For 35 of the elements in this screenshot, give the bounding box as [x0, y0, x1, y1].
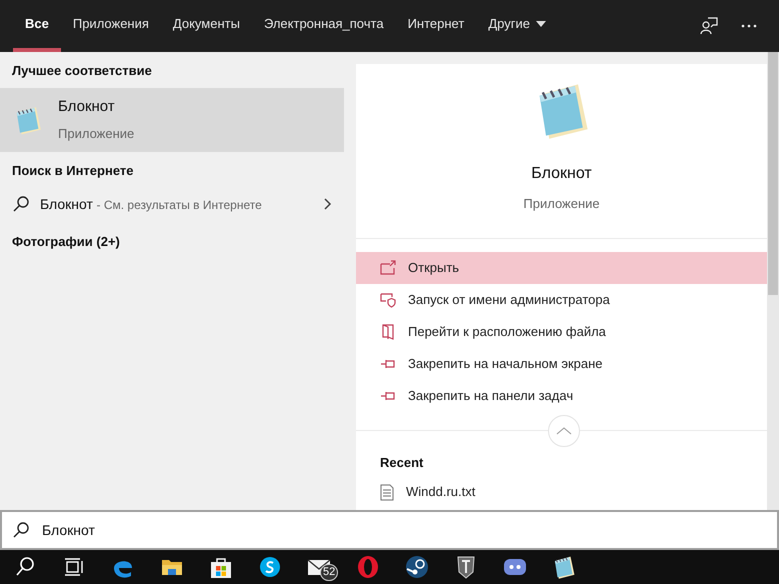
best-match-item[interactable]: Блокнот Приложение: [0, 88, 344, 152]
action-item[interactable]: Закрепить на панели задач: [356, 380, 767, 412]
chevron-up-icon: [556, 426, 572, 434]
taskbar-button[interactable]: 52: [294, 550, 343, 584]
section-heading: Фотографии (2+): [11, 233, 121, 251]
action-item[interactable]: Закрепить на начальном экране: [356, 348, 767, 380]
search-icon: [12, 521, 30, 539]
action-item[interactable]: Открыть: [356, 252, 767, 284]
app-type: Приложение: [523, 195, 600, 213]
shield-window-icon: [380, 292, 396, 308]
tab[interactable]: Документы: [160, 0, 252, 52]
count-badge: 52: [320, 564, 338, 581]
app-type: Приложение: [58, 125, 134, 143]
more-icon: [741, 24, 757, 28]
tab[interactable]: Приложения: [60, 0, 161, 52]
web-search-text: Блокнот - См. результаты в Интернете: [40, 194, 263, 214]
app-title: Блокнот: [531, 164, 592, 184]
action-item[interactable]: Перейти к расположению файла: [356, 316, 767, 348]
section-heading: Recent: [379, 454, 424, 472]
folder-icon: [380, 324, 396, 340]
tab[interactable]: Интернет: [396, 0, 476, 52]
open-window-icon: [380, 260, 396, 276]
app-title: Блокнот: [58, 96, 116, 116]
person-speech-icon: [700, 17, 718, 35]
chevron-right-icon: [324, 198, 332, 210]
tab[interactable]: Электронная_почта: [252, 0, 396, 52]
search-icon: [12, 195, 30, 213]
section-heading: Поиск в Интернете: [11, 162, 134, 180]
document-icon: [380, 484, 394, 500]
tab[interactable]: Другие: [476, 0, 558, 52]
search-field[interactable]: Блокнот: [0, 510, 779, 550]
section-heading: Лучшее соответствие: [11, 62, 153, 80]
action-item[interactable]: Запуск от имени администратора: [356, 284, 767, 316]
recent-file-item[interactable]: Windd.ru.txt: [356, 480, 767, 504]
web-search-item[interactable]: Блокнот - См. результаты в Интернете: [0, 186, 344, 222]
